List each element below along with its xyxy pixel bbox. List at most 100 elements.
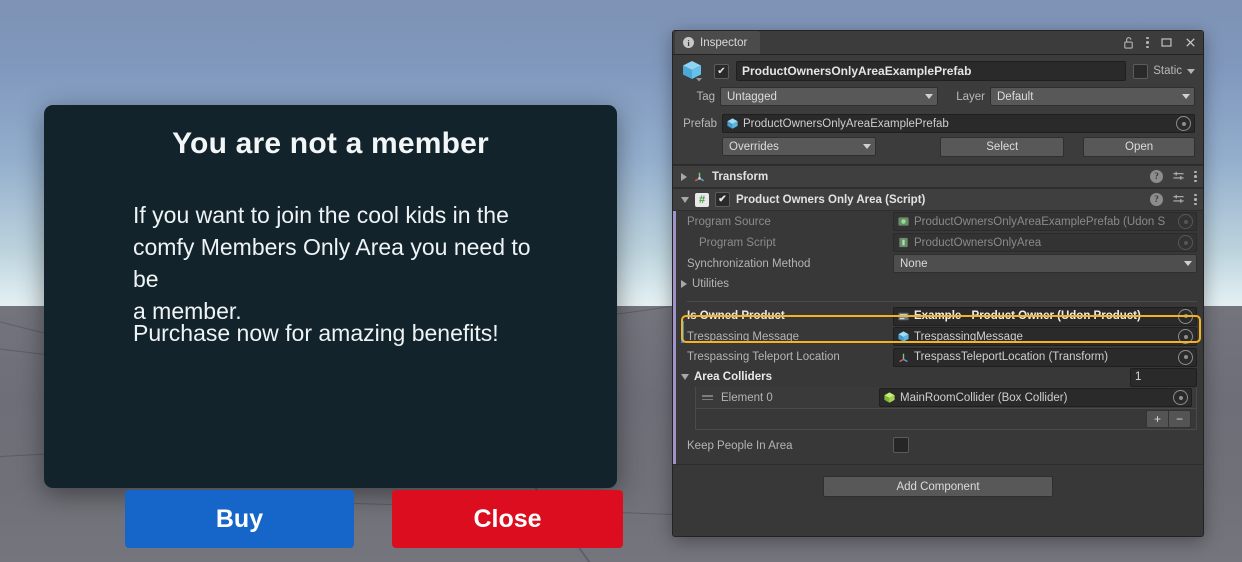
- object-picker-icon[interactable]: [1178, 308, 1193, 324]
- prefab-buttons-row: Overrides Select Open: [681, 136, 1195, 157]
- object-picker-icon: [1178, 235, 1193, 250]
- close-icon[interactable]: [1184, 36, 1197, 49]
- buy-button[interactable]: Buy: [125, 490, 354, 548]
- property-row-is-owned-product: Is Owned Product Example - Product Owner…: [673, 306, 1203, 326]
- property-label-trespassing-teleport-location: Trespassing Teleport Location: [687, 351, 840, 363]
- prefab-object-field[interactable]: ProductOwnersOnlyAreaExamplePrefab: [722, 114, 1195, 133]
- object-picker-icon[interactable]: [1178, 349, 1193, 365]
- prefab-value: ProductOwnersOnlyAreaExamplePrefab: [743, 117, 949, 130]
- chevron-down-icon[interactable]: [1187, 68, 1195, 74]
- array-remove-button[interactable]: −: [1169, 410, 1191, 428]
- prefab-label: Prefab: [683, 117, 717, 130]
- tab-inspector[interactable]: i Inspector: [675, 31, 761, 54]
- property-label-program-source: Program Source: [687, 215, 771, 228]
- inspector-tab-bar: i Inspector: [673, 31, 1203, 55]
- is-owned-product-field[interactable]: Example - Product Owner (Udon Product): [893, 306, 1197, 326]
- udon-product-icon: [898, 312, 909, 320]
- trespassing-teleport-location-field[interactable]: TrespassTeleportLocation (Transform): [893, 347, 1197, 367]
- static-label: Static: [1153, 65, 1182, 77]
- preset-sliders-icon[interactable]: [1172, 170, 1185, 183]
- tag-layer-row: Tag Untagged Layer Default: [681, 87, 1195, 106]
- kebab-menu-icon[interactable]: [1194, 193, 1197, 206]
- property-label-program-script: Program Script: [699, 236, 776, 249]
- object-picker-icon[interactable]: [1173, 390, 1188, 405]
- component-header-icons: ?: [1150, 170, 1197, 183]
- array-add-button[interactable]: +: [1146, 410, 1169, 428]
- is-owned-product-value: Example - Product Owner (Udon Product): [914, 310, 1141, 322]
- property-control: Example - Product Owner (Udon Product): [893, 306, 1197, 326]
- object-picker-icon: [1178, 214, 1193, 229]
- transform-axis-icon: [694, 172, 705, 182]
- kebab-menu-icon[interactable]: [1194, 170, 1197, 183]
- add-component-button[interactable]: Add Component: [823, 476, 1053, 497]
- overrides-dropdown[interactable]: Overrides: [722, 137, 877, 156]
- component-properties: Program Source ProductOwnersOnlyAreaExam…: [673, 211, 1203, 464]
- chevron-down-icon: [863, 144, 872, 149]
- open-button[interactable]: Open: [1083, 136, 1195, 157]
- array-buttons-row: + −: [695, 409, 1197, 430]
- foldout-arrow-icon[interactable]: [681, 280, 687, 288]
- close-icon-svg: [1186, 38, 1195, 47]
- synchronization-method-value: None: [900, 257, 928, 270]
- property-control: [893, 436, 1197, 456]
- tag-dropdown[interactable]: Untagged: [720, 87, 938, 106]
- kebab-menu-icon[interactable]: [1146, 36, 1149, 49]
- keep-people-in-area-checkbox[interactable]: [893, 436, 909, 453]
- lock-icon[interactable]: [1122, 36, 1135, 49]
- foldout-arrow-icon[interactable]: [681, 196, 689, 203]
- component-name-transform: Transform: [712, 170, 769, 183]
- property-label-is-owned-product: Is Owned Product: [687, 310, 785, 322]
- property-row-synchronization-method: Synchronization Method None: [673, 253, 1203, 274]
- synchronization-method-dropdown[interactable]: None: [893, 254, 1197, 273]
- property-row-utilities[interactable]: Utilities: [673, 274, 1203, 294]
- tag-label: Tag: [696, 90, 715, 103]
- component-enabled-checkbox[interactable]: ✔: [715, 192, 730, 207]
- static-checkbox[interactable]: [1133, 63, 1149, 79]
- property-control: ProductOwnersOnlyAreaExamplePrefab (Udon…: [893, 212, 1197, 231]
- property-label-keep-people-in-area: Keep People In Area: [687, 440, 793, 452]
- close-button[interactable]: Close: [392, 490, 623, 548]
- gameobject-header: ✔ ProductOwnersOnlyAreaExamplePrefab Sta…: [673, 55, 1203, 165]
- property-row-keep-people-in-area: Keep People In Area: [673, 434, 1203, 458]
- preset-sliders-icon[interactable]: [1172, 193, 1185, 206]
- property-control: TrespassingMessage: [893, 327, 1197, 346]
- udon-program-icon: [898, 217, 909, 226]
- array-element-object-field[interactable]: MainRoomCollider (Box Collider): [879, 388, 1192, 407]
- object-picker-icon[interactable]: [1178, 329, 1193, 344]
- component-header-transform[interactable]: Transform ?: [673, 165, 1203, 188]
- foldout-arrow-icon[interactable]: [681, 172, 687, 181]
- property-row-program-source: Program Source ProductOwnersOnlyAreaExam…: [673, 211, 1203, 232]
- array-size-field[interactable]: 1: [1130, 367, 1197, 387]
- layer-dropdown[interactable]: Default: [990, 87, 1195, 106]
- tab-inspector-label: Inspector: [700, 36, 748, 49]
- gameobject-name-field[interactable]: ProductOwnersOnlyAreaExamplePrefab: [736, 61, 1127, 81]
- csharp-script-icon: #: [695, 192, 709, 207]
- array-element-value: MainRoomCollider (Box Collider): [900, 391, 1068, 404]
- gameobject-active-checkbox[interactable]: ✔: [714, 63, 729, 79]
- transform-axis-icon: [899, 353, 908, 362]
- overrides-label: Overrides: [729, 140, 779, 153]
- object-picker-icon[interactable]: [1176, 116, 1191, 131]
- select-button[interactable]: Select: [940, 136, 1065, 157]
- box-collider-icon: [884, 392, 895, 403]
- property-label-synchronization-method: Synchronization Method: [687, 257, 811, 270]
- property-row-trespassing-teleport-location: Trespassing Teleport Location TrespassTe…: [673, 347, 1203, 367]
- trespassing-message-field[interactable]: TrespassingMessage: [893, 327, 1197, 346]
- drag-handle-icon[interactable]: [702, 395, 713, 400]
- gameobject-cube-icon: [898, 331, 909, 342]
- chevron-down-icon: [925, 94, 933, 99]
- trespassing-teleport-location-value: TrespassTeleportLocation (Transform): [914, 351, 1109, 363]
- program-script-value: ProductOwnersOnlyArea: [914, 236, 1042, 249]
- program-source-field: ProductOwnersOnlyAreaExamplePrefab (Udon…: [893, 212, 1197, 231]
- help-icon[interactable]: ?: [1150, 170, 1163, 183]
- property-control: None: [893, 254, 1197, 273]
- maximize-icon[interactable]: [1160, 36, 1173, 49]
- help-icon[interactable]: ?: [1150, 193, 1163, 206]
- inspector-window: i Inspector ✔ ProductOwnersOnlyAreaExamp…: [672, 30, 1204, 537]
- property-row-trespassing-message: Trespassing Message TrespassingMessage: [673, 326, 1203, 347]
- member-notification-panel: You are not a member If you want to join…: [44, 105, 623, 548]
- foldout-arrow-icon[interactable]: [681, 374, 689, 380]
- component-header-product-owners-only-area[interactable]: # ✔ Product Owners Only Area (Script) ?: [673, 188, 1203, 211]
- layer-label: Layer: [956, 90, 985, 103]
